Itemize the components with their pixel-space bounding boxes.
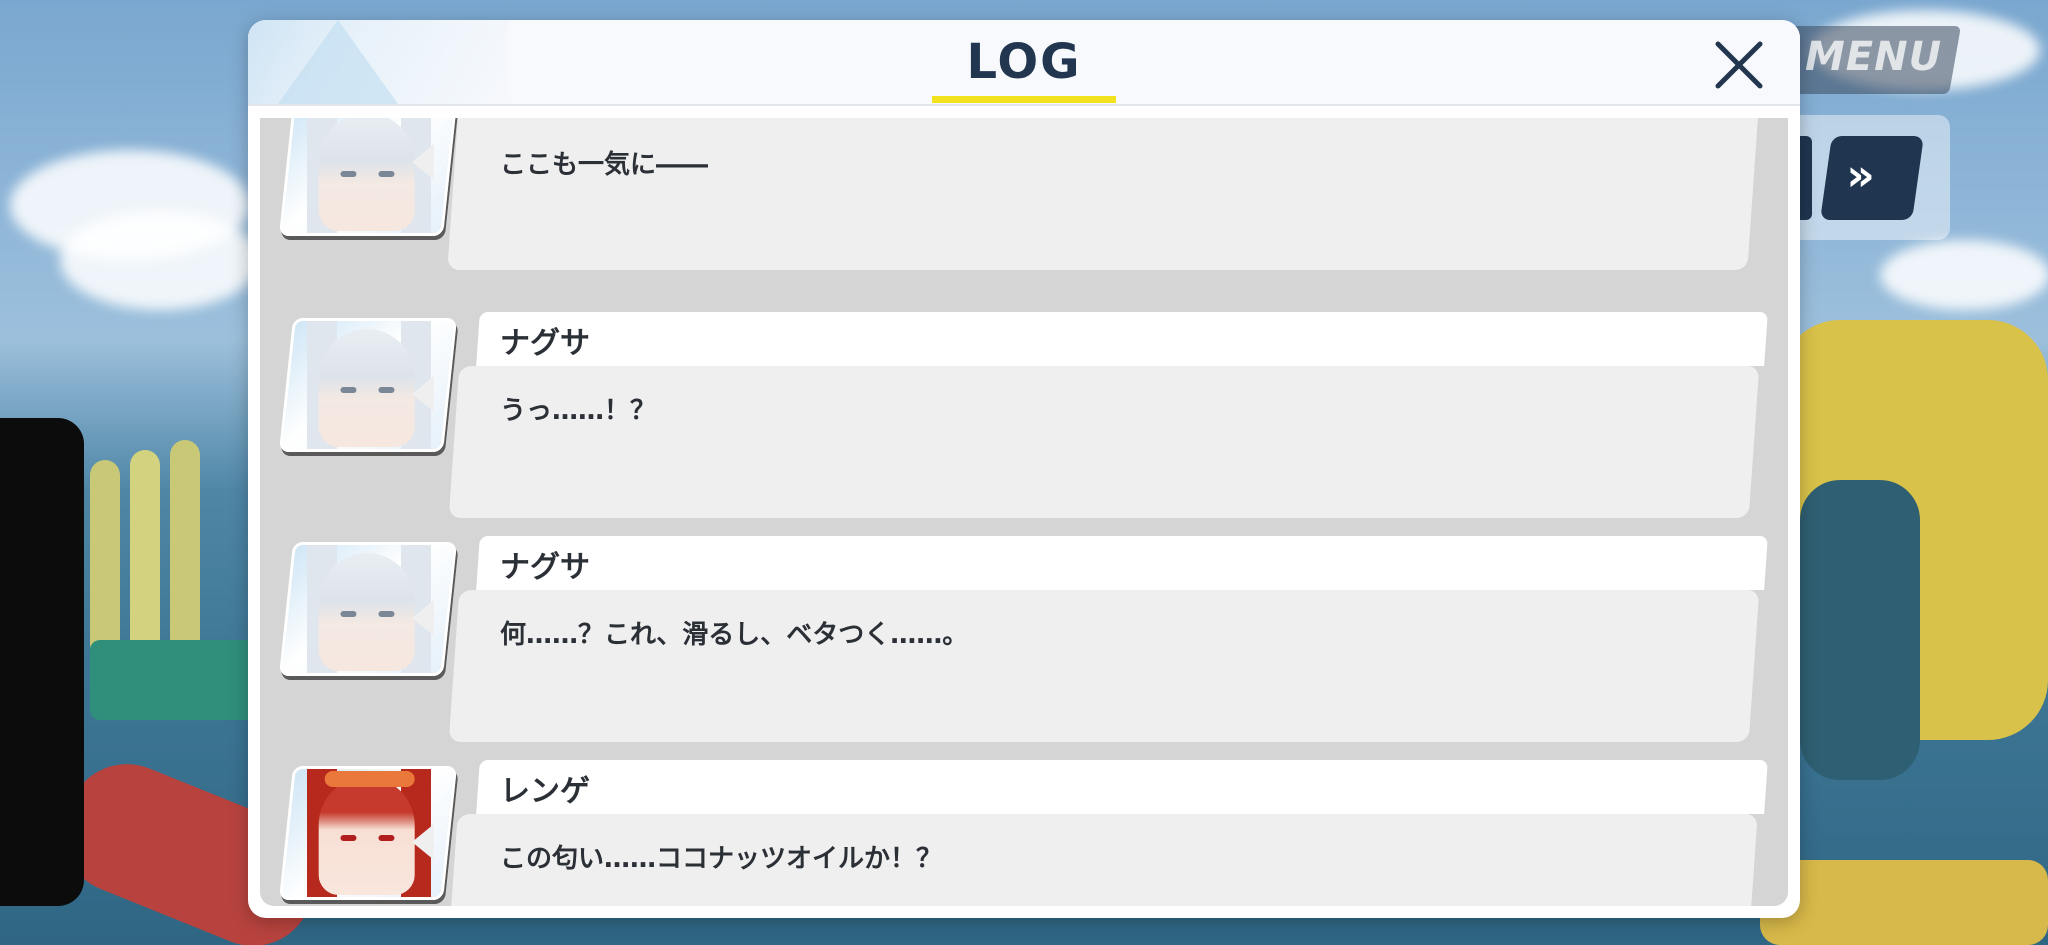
log-list[interactable]: ここも一気に―― ナグサ うっ……！？ ナグサ 何……？これ、滑るし、ベタつく……	[260, 118, 1788, 906]
message-bubble	[447, 118, 1761, 270]
log-modal: LOG ここも一気に―― ナグサ うっ……！？ ナグサ 何……？これ、滑るし、ベ…	[248, 20, 1800, 918]
message-text: この匂い……ココナッツオイルか！？	[500, 844, 943, 874]
message-bubble	[448, 590, 1760, 742]
bubble-tail	[412, 600, 434, 636]
side-panel	[0, 418, 84, 906]
inflatable-arch	[170, 440, 200, 660]
message-text: 何……？これ、滑るし、ベタつく……。	[500, 620, 969, 650]
cloud	[60, 210, 260, 310]
speaker-name: ナグサ	[500, 326, 590, 361]
log-title: LOG	[966, 34, 1082, 90]
title-underline	[932, 96, 1116, 103]
message-bubble	[448, 366, 1760, 518]
floating-platform	[90, 640, 260, 720]
message-text: ここも一気に――	[500, 150, 709, 180]
log-header: LOG	[248, 20, 1800, 106]
log-entry: レンゲ この匂い……ココナッツオイルか！？	[260, 760, 1788, 906]
speaker-name-bar	[476, 760, 1768, 814]
floating-platform	[1760, 860, 2048, 945]
speaker-name-bar	[476, 536, 1768, 590]
speaker-name: ナグサ	[500, 550, 590, 585]
close-button[interactable]	[1708, 34, 1770, 96]
bubble-tail	[412, 824, 434, 860]
inflatable-shadow	[1800, 480, 1920, 780]
close-icon	[1715, 41, 1763, 89]
fast-forward-button[interactable]: »	[1820, 136, 1924, 220]
log-entry: ナグサ うっ……！？	[260, 312, 1788, 532]
message-text: うっ……！？	[500, 396, 657, 426]
bubble-tail	[412, 376, 434, 412]
speaker-name: レンゲ	[500, 774, 590, 809]
inflatable-arch	[90, 460, 120, 660]
log-entry: ナグサ 何……？これ、滑るし、ベタつく……。	[260, 536, 1788, 756]
bubble-tail	[412, 144, 434, 180]
fast-forward-icon: »	[1846, 150, 1875, 201]
menu-label[interactable]: MENU	[1805, 34, 1942, 80]
speaker-name-bar	[476, 312, 1768, 366]
cloud	[1880, 240, 2048, 310]
log-entry: ここも一気に――	[260, 118, 1788, 298]
inflatable-arch	[130, 450, 160, 660]
